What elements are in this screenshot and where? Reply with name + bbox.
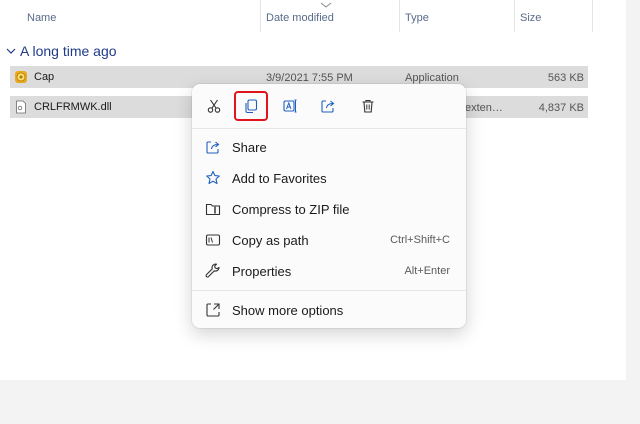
file-type: Application <box>405 72 459 84</box>
menu-item-show-more-options[interactable]: Show more options <box>192 296 466 324</box>
file-size: 563 KB <box>547 72 584 84</box>
group-header[interactable]: A long time ago <box>6 41 117 61</box>
menu-item-label: Add to Favorites <box>232 170 327 186</box>
delete-icon <box>362 99 374 113</box>
rename-button[interactable] <box>276 94 304 118</box>
file-name: Cap <box>34 71 55 83</box>
share-button[interactable] <box>314 94 342 118</box>
cut-icon <box>207 99 221 113</box>
menu-item-share[interactable]: Share <box>192 133 466 161</box>
zip-icon <box>204 200 222 218</box>
wrench-icon <box>204 262 222 280</box>
menu-item-label: Compress to ZIP file <box>232 201 350 217</box>
dll-file-icon <box>16 100 26 114</box>
column-separator[interactable] <box>514 0 515 32</box>
menu-item-label: Share <box>232 139 267 155</box>
menu-item-label: Show more options <box>232 302 344 318</box>
cut-button[interactable] <box>200 94 228 118</box>
column-separator[interactable] <box>260 0 261 32</box>
rename-icon <box>283 99 297 113</box>
menu-item-add-to-favorites[interactable]: Add to Favorites <box>192 164 466 192</box>
context-menu-toolbar <box>192 84 466 128</box>
sort-caret-icon <box>320 2 332 8</box>
file-type: exten… <box>465 102 503 114</box>
menu-item-copy-as-path[interactable]: Copy as path Ctrl+Shift+C <box>192 226 466 254</box>
copy-icon <box>245 99 258 114</box>
column-name[interactable]: Name <box>27 12 56 24</box>
shortcut-label: Alt+Enter <box>404 265 450 277</box>
copy-button[interactable] <box>234 91 268 121</box>
menu-divider <box>192 290 466 291</box>
menu-divider <box>192 128 466 129</box>
delete-button[interactable] <box>354 94 382 118</box>
menu-item-label: Properties <box>232 263 292 279</box>
copy-path-icon <box>204 231 222 249</box>
column-date-modified[interactable]: Date modified <box>266 12 334 24</box>
chevron-down-icon <box>6 48 16 54</box>
menu-item-properties[interactable]: Properties Alt+Enter <box>192 257 466 285</box>
star-icon <box>204 169 222 187</box>
menu-item-label: Copy as path <box>232 232 309 248</box>
column-separator[interactable] <box>592 0 593 32</box>
group-label: A long time ago <box>20 43 117 59</box>
cap-app-icon <box>15 71 27 83</box>
column-header: Name Date modified Type Size <box>0 0 626 32</box>
column-separator[interactable] <box>399 0 400 32</box>
shortcut-label: Ctrl+Shift+C <box>390 234 450 246</box>
menu-item-compress-zip[interactable]: Compress to ZIP file <box>192 195 466 223</box>
file-size: 4,837 KB <box>538 102 584 114</box>
file-date: 3/9/2021 7:55 PM <box>266 72 353 84</box>
share-icon <box>204 138 222 156</box>
share-icon <box>321 100 335 113</box>
file-name: CRLFRMWK.dll <box>34 101 112 113</box>
context-menu: Share Add to Favorites Compress to ZIP f… <box>192 84 466 328</box>
more-options-icon <box>204 301 222 319</box>
column-size[interactable]: Size <box>520 12 541 24</box>
column-type[interactable]: Type <box>405 12 429 24</box>
